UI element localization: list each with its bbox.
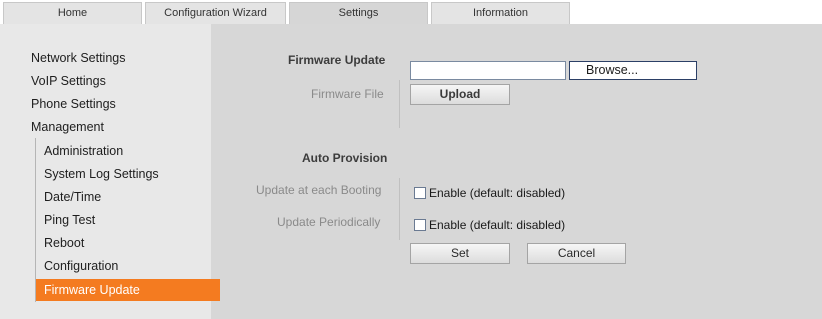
update-at-booting-checkbox[interactable]: Enable (default: disabled) (414, 186, 565, 200)
cancel-button[interactable]: Cancel (527, 243, 626, 264)
tab-information[interactable]: Information (431, 2, 570, 24)
update-periodically-label: Update Periodically (277, 215, 381, 229)
sidebar-subitem-firmware-update[interactable]: Firmware Update (36, 279, 220, 301)
sidebar-item-voip-settings[interactable]: VoIP Settings (31, 74, 106, 88)
sidebar-item-phone-settings[interactable]: Phone Settings (31, 97, 116, 111)
firmware-file-label: Firmware File (311, 87, 384, 101)
update-periodically-checkbox[interactable]: Enable (default: disabled) (414, 218, 565, 232)
field-divider (399, 80, 400, 128)
sidebar-subitem-system-log-settings[interactable]: System Log Settings (44, 167, 159, 181)
top-nav-tabs: Home Configuration Wizard Settings Infor… (0, 0, 822, 24)
update-periodically-option: Enable (default: disabled) (429, 218, 566, 232)
sidebar-subitem-date-time[interactable]: Date/Time (44, 190, 101, 204)
sidebar-item-network-settings[interactable]: Network Settings (31, 51, 125, 65)
sidebar-subitem-configuration[interactable]: Configuration (44, 259, 118, 273)
sidebar-item-management[interactable]: Management (31, 120, 104, 134)
tab-home[interactable]: Home (3, 2, 142, 24)
update-at-booting-label: Update at each Booting (256, 183, 382, 197)
update-at-booting-option: Enable (default: disabled) (429, 186, 566, 200)
browse-button[interactable]: Browse... (569, 61, 697, 80)
tab-configuration-wizard[interactable]: Configuration Wizard (145, 2, 286, 24)
upload-button[interactable]: Upload (410, 84, 510, 105)
field-divider (399, 178, 400, 240)
set-button[interactable]: Set (410, 243, 510, 264)
checkbox-box[interactable] (414, 187, 426, 199)
firmware-file-input[interactable] (410, 61, 566, 80)
checkbox-box[interactable] (414, 219, 426, 231)
sidebar-subitem-administration[interactable]: Administration (44, 144, 123, 158)
tab-settings[interactable]: Settings (289, 2, 428, 24)
sidebar-subitem-reboot[interactable]: Reboot (44, 236, 84, 250)
firmware-update-title: Firmware Update (288, 53, 386, 67)
submenu-divider (35, 138, 36, 302)
sidebar: Network Settings VoIP Settings Phone Set… (0, 24, 211, 319)
auto-provision-title: Auto Provision (302, 151, 388, 165)
sidebar-subitem-ping-test[interactable]: Ping Test (44, 213, 95, 227)
